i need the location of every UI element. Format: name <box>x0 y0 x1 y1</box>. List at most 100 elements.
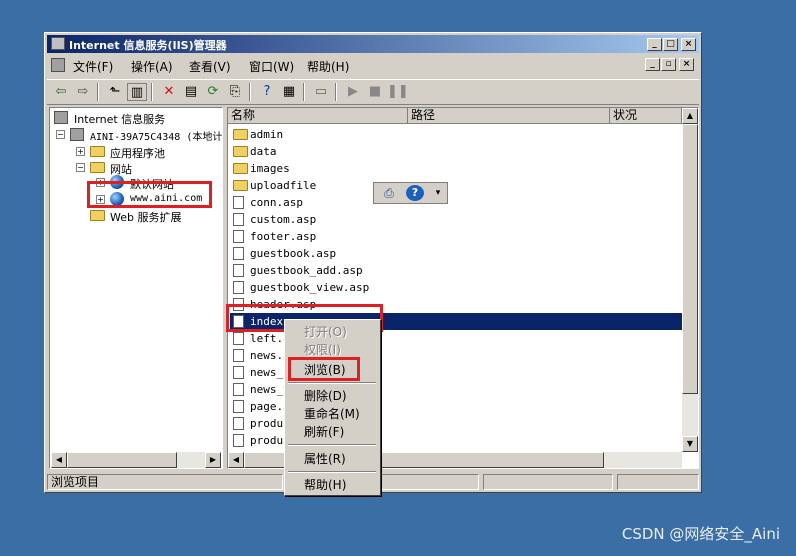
chevron-down-icon[interactable]: ▾ <box>432 185 444 201</box>
up-level-icon[interactable]: ⬑ <box>105 83 125 101</box>
computer-icon[interactable]: ▭ <box>311 83 331 101</box>
list-item[interactable]: conn.asp <box>230 194 682 211</box>
watermark-text: CSDN @网络安全_Aini <box>621 525 780 543</box>
ctx-help[interactable]: 帮助(H) <box>288 476 376 494</box>
list-item-label: data <box>250 145 277 158</box>
collapse-toggle-icon[interactable]: − <box>76 163 85 172</box>
pause-icon[interactable]: ❚❚ <box>387 83 409 101</box>
scroll-down-icon[interactable]: ▼ <box>682 436 698 452</box>
mdi-minimize-button[interactable]: _ <box>645 58 660 71</box>
list-item[interactable]: data <box>230 143 682 160</box>
ctx-properties[interactable]: 属性(R) <box>288 450 376 468</box>
show-hide-tree-icon[interactable]: ▥ <box>127 83 147 101</box>
ctx-rename[interactable]: 重命名(M) <box>288 405 376 423</box>
list-item[interactable]: admin <box>230 126 682 143</box>
help-icon[interactable]: ? <box>257 83 277 101</box>
list-item-label: guestbook_view.asp <box>250 281 370 294</box>
folder-icon <box>233 163 248 174</box>
print-icon[interactable]: ⎙ <box>378 185 400 201</box>
tree-root-label: Internet 信息服务 <box>74 113 166 126</box>
highlight-box <box>87 181 212 208</box>
document-icon <box>233 400 244 413</box>
delete-icon[interactable]: ✕ <box>159 83 179 101</box>
menu-window[interactable]: 窗口(W) <box>249 58 294 75</box>
mdi-close-button[interactable]: × <box>679 58 694 71</box>
tree-hscrollbar[interactable]: ◀ ▶ <box>51 452 221 468</box>
menu-action[interactable]: 操作(A) <box>131 58 173 75</box>
list-item[interactable]: guestbook_view.asp <box>230 279 682 296</box>
menu-bar: 文件(F) 操作(A) 查看(V) 窗口(W) 帮助(H) _ ▫ × <box>47 55 699 75</box>
menu-file[interactable]: 文件(F) <box>73 58 113 75</box>
scroll-up-icon[interactable]: ▲ <box>682 108 698 124</box>
scroll-thumb[interactable] <box>67 452 177 468</box>
tree-pane: Internet 信息服务 − AINI-39A75C4348 (本地计 + 应… <box>49 107 223 469</box>
folder-icon <box>90 162 105 173</box>
menu-view[interactable]: 查看(V) <box>189 58 231 75</box>
iis-root-icon <box>54 111 68 124</box>
document-icon <box>233 383 244 396</box>
mmc-document-icon[interactable] <box>51 58 65 72</box>
list-item-label: uploadfile <box>250 179 317 192</box>
list-item-label: custom.asp <box>250 213 317 226</box>
forward-icon[interactable]: ⇨ <box>73 83 93 101</box>
menu-help[interactable]: 帮助(H) <box>307 58 349 75</box>
server-icon <box>70 128 84 141</box>
properties-icon[interactable]: ▤ <box>181 83 201 101</box>
highlight-box <box>288 357 360 381</box>
menu-separator <box>288 444 376 446</box>
title-bar[interactable]: Internet 信息服务(IIS)管理器 _ □ × <box>47 35 699 53</box>
status-text: 浏览项目 <box>47 474 283 490</box>
status-cell <box>483 474 613 490</box>
console-tree-icon[interactable]: ▦ <box>279 83 299 101</box>
scroll-right-icon[interactable]: ▶ <box>205 452 221 468</box>
list-item[interactable]: guestbook.asp <box>230 245 682 262</box>
stop-icon[interactable]: ■ <box>365 83 385 101</box>
document-icon <box>233 264 244 277</box>
document-icon <box>233 366 244 379</box>
column-header-path[interactable]: 路径 <box>408 108 610 124</box>
list-item[interactable]: uploadfile <box>230 177 682 194</box>
refresh-icon[interactable]: ⟳ <box>203 83 223 101</box>
start-icon[interactable]: ▶ <box>343 83 363 101</box>
scroll-thumb[interactable] <box>682 124 698 394</box>
scroll-left-icon[interactable]: ◀ <box>51 452 67 468</box>
list-vscrollbar[interactable]: ▲ ▼ <box>682 108 698 452</box>
help-icon[interactable]: ? <box>406 185 424 201</box>
document-icon <box>233 417 244 430</box>
tree-server[interactable]: − AINI-39A75C4348 (本地计 <box>56 127 222 143</box>
document-icon <box>233 281 244 294</box>
close-button[interactable]: × <box>681 38 696 51</box>
scroll-left-icon[interactable]: ◀ <box>228 452 244 468</box>
list-item[interactable]: custom.asp <box>230 211 682 228</box>
list-item[interactable]: footer.asp <box>230 228 682 245</box>
list-item-label: conn.asp <box>250 196 303 209</box>
back-icon[interactable]: ⇦ <box>51 83 71 101</box>
toolbar-separator <box>151 83 153 101</box>
expand-toggle-icon[interactable]: + <box>76 147 85 156</box>
list-item[interactable]: images <box>230 160 682 177</box>
document-icon <box>233 196 244 209</box>
document-icon <box>233 230 244 243</box>
column-header-name[interactable]: 名称 <box>228 108 408 124</box>
menu-separator <box>288 382 376 384</box>
list-item[interactable]: guestbook_add.asp <box>230 262 682 279</box>
column-header-status[interactable]: 状况 <box>610 108 682 124</box>
export-list-icon[interactable]: ⎘ <box>225 83 245 101</box>
document-icon <box>233 349 244 362</box>
tree-server-label: AINI-39A75C4348 (本地计 <box>90 132 223 143</box>
ctx-delete[interactable]: 删除(D) <box>288 387 376 405</box>
ctx-refresh[interactable]: 刷新(F) <box>288 423 376 441</box>
tree-app-pools-label: 应用程序池 <box>110 147 165 160</box>
maximize-button[interactable]: □ <box>663 38 678 51</box>
collapse-toggle-icon[interactable]: − <box>56 130 65 139</box>
toolbar: ⇦ ⇨ ⬑ ▥ ✕ ▤ ⟳ ⎘ ? ▦ ▭ ▶ ■ ❚❚ <box>47 79 699 105</box>
folder-icon <box>233 146 248 157</box>
minimize-button[interactable]: _ <box>647 38 662 51</box>
toolbar-separator <box>335 83 337 101</box>
toolbar-separator <box>97 83 99 101</box>
list-item-label: guestbook_add.asp <box>250 264 363 277</box>
menu-separator <box>288 471 376 473</box>
list-item-label: guestbook.asp <box>250 247 337 260</box>
folder-icon <box>90 210 105 221</box>
mdi-restore-button[interactable]: ▫ <box>661 58 676 71</box>
